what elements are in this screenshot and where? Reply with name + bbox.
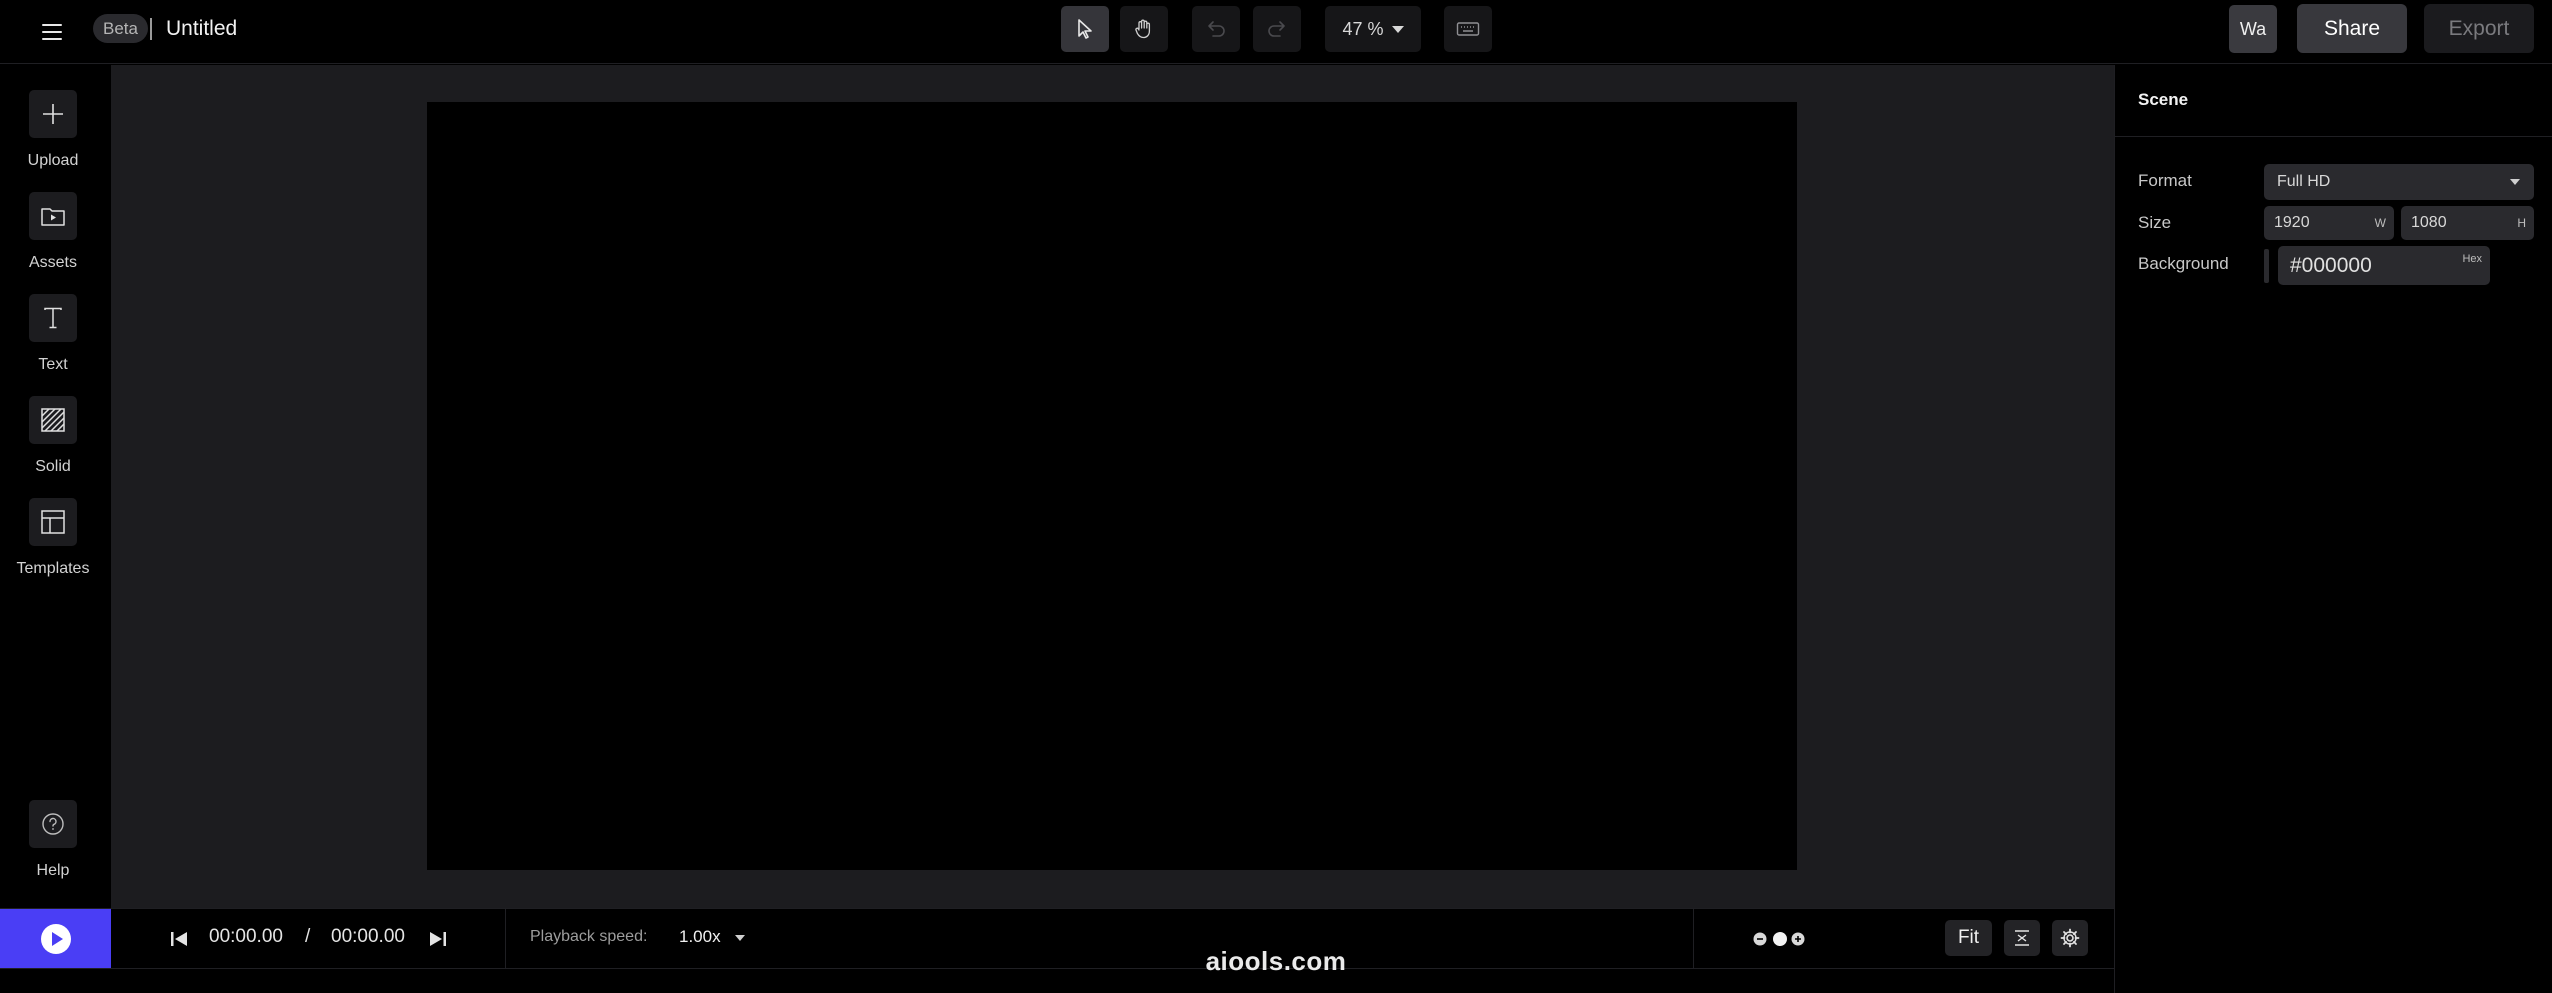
document-title[interactable]: Untitled <box>166 14 237 44</box>
layout-icon <box>29 498 77 546</box>
height-input[interactable]: 1080 H <box>2401 206 2534 240</box>
panel-divider <box>2115 136 2552 137</box>
chevron-down-icon <box>1391 25 1404 33</box>
format-select[interactable]: Full HD <box>2264 164 2534 200</box>
watermark-text: aiools.com <box>1205 946 1347 976</box>
hatch-square-icon <box>29 396 77 444</box>
sidebar-item-upload[interactable]: Upload <box>0 90 106 190</box>
redo-icon <box>1268 21 1285 37</box>
chevron-down-icon[interactable] <box>735 935 745 941</box>
background-hex-input[interactable]: #000000 Hex <box>2278 246 2490 285</box>
undo-button[interactable] <box>1192 6 1240 52</box>
height-value: 1080 <box>2411 214 2447 231</box>
width-value: 1920 <box>2274 214 2310 231</box>
playback-speed-value[interactable]: 1.00x <box>679 927 721 947</box>
top-bar: Beta Untitled 47 % Wa Share Export <box>0 0 2552 64</box>
sidebar-item-assets[interactable]: Assets <box>0 192 106 292</box>
zoom-dropdown[interactable]: 47 % <box>1325 6 1421 52</box>
sidebar-item-text[interactable]: Text <box>0 294 106 394</box>
height-unit: H <box>2517 216 2526 230</box>
undo-icon <box>1208 21 1225 37</box>
keyboard-shortcuts-button[interactable] <box>1444 6 1492 52</box>
plus-icon <box>29 90 77 138</box>
hand-icon <box>1135 19 1151 39</box>
sidebar-item-label: Solid <box>35 458 71 475</box>
current-time: 00:00.00 <box>209 926 283 947</box>
properties-panel: Scene Format Full HD Size 1920 W 1080 H … <box>2114 65 2552 993</box>
folder-play-icon <box>29 192 77 240</box>
canvas-workspace[interactable] <box>111 65 2114 908</box>
user-avatar[interactable]: Wa <box>2229 5 2277 53</box>
left-sidebar: Upload Assets Text Solid Templates Help <box>0 65 110 908</box>
redo-button[interactable] <box>1253 6 1301 52</box>
width-unit: W <box>2374 216 2386 230</box>
select-tool-button[interactable] <box>1061 6 1109 52</box>
background-color-swatch[interactable] <box>2264 249 2269 283</box>
sidebar-item-label: Upload <box>27 152 79 169</box>
background-label: Background <box>2138 254 2229 273</box>
help-question-icon <box>29 800 77 848</box>
beta-badge: Beta <box>93 14 148 43</box>
help-label: Help <box>36 862 70 879</box>
hex-value: #000000 <box>2290 254 2372 277</box>
hex-unit: Hex <box>2462 253 2482 265</box>
playback-speed-label: Playback speed: <box>530 928 648 945</box>
width-input[interactable]: 1920 W <box>2264 206 2394 240</box>
format-label: Format <box>2138 171 2192 190</box>
sidebar-item-solid[interactable]: Solid <box>0 396 106 496</box>
chevron-down-icon <box>2510 179 2520 185</box>
text-t-icon <box>29 294 77 342</box>
time-separator: / <box>305 926 311 947</box>
collapse-icon <box>2015 930 2029 946</box>
share-button[interactable]: Share <box>2297 4 2407 53</box>
keyboard-icon <box>1456 22 1480 36</box>
hamburger-menu-icon[interactable] <box>36 16 68 48</box>
title-divider <box>150 18 152 40</box>
size-label: Size <box>2138 213 2172 232</box>
total-time: 00:00.00 <box>331 926 405 947</box>
hand-tool-button[interactable] <box>1120 6 1168 52</box>
sidebar-item-label: Text <box>38 356 68 373</box>
sidebar-item-label: Templates <box>16 560 90 577</box>
gear-icon <box>2060 928 2080 948</box>
sidebar-item-templates[interactable]: Templates <box>0 498 106 598</box>
export-button[interactable]: Export <box>2424 4 2534 53</box>
scene-canvas[interactable] <box>427 102 1797 870</box>
sidebar-item-help[interactable]: Help <box>0 800 106 900</box>
panel-title: Scene <box>2138 90 2189 109</box>
app-root: Beta Untitled 47 % Wa Share Export Uploa… <box>0 0 2552 993</box>
format-value: Full HD <box>2277 173 2331 190</box>
sidebar-item-label: Assets <box>28 254 77 271</box>
zoom-value: 47 % <box>1342 18 1384 39</box>
cursor-arrow-icon <box>1078 19 1092 39</box>
